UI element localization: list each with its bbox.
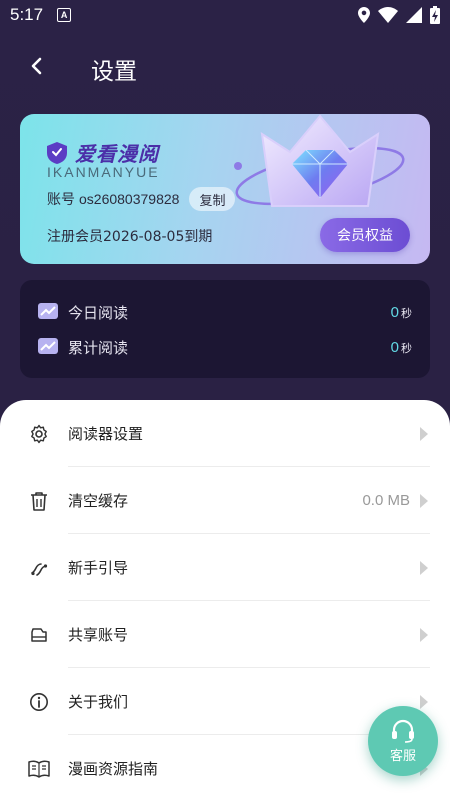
menu-label: 清空缓存 bbox=[68, 492, 129, 510]
menu-beginner-guide[interactable]: 新手引导 bbox=[0, 534, 450, 601]
stat-total-value-group: 0 秒 bbox=[391, 339, 412, 356]
wifi-icon bbox=[378, 7, 398, 23]
header: 设置 bbox=[0, 40, 450, 94]
cache-size: 0.0 MB bbox=[362, 492, 410, 509]
stat-total-label: 累计阅读 bbox=[68, 338, 129, 357]
chevron-right-icon bbox=[420, 426, 428, 441]
crown-diamond-icon bbox=[234, 114, 405, 207]
chevron-left-icon bbox=[31, 57, 42, 75]
trash-icon bbox=[28, 490, 50, 512]
notification-icon: A bbox=[57, 8, 72, 22]
chevron-right-icon bbox=[420, 560, 428, 575]
share-account-icon bbox=[28, 624, 50, 646]
chevron-right-icon bbox=[420, 627, 428, 642]
stat-unit: 秒 bbox=[401, 306, 412, 320]
menu-label: 共享账号 bbox=[68, 626, 129, 644]
member-card: 爱看漫阅 IKANMANYUE 账号 os26080379828 复制 注册会员… bbox=[20, 114, 430, 264]
stat-total: 累计阅读 0 秒 bbox=[38, 335, 412, 359]
menu-label: 漫画资源指南 bbox=[68, 760, 159, 778]
status-bar: 5:17 A bbox=[0, 0, 450, 30]
menu-label: 新手引导 bbox=[68, 559, 129, 577]
chevron-right-icon bbox=[420, 694, 428, 709]
account-label: 账号 bbox=[47, 192, 75, 208]
headset-icon bbox=[392, 719, 414, 743]
page-title: 设置 bbox=[91, 59, 137, 85]
chevron-right-icon bbox=[420, 493, 428, 508]
stat-today-value: 0 bbox=[390, 303, 399, 321]
chart-icon bbox=[38, 338, 58, 354]
stat-unit: 秒 bbox=[401, 341, 412, 355]
menu-clear-cache[interactable]: 清空缓存 0.0 MB bbox=[0, 467, 450, 534]
signal-icon bbox=[406, 7, 422, 23]
book-icon bbox=[28, 758, 50, 780]
gear-icon bbox=[28, 423, 50, 445]
account-value: os26080379828 bbox=[79, 191, 180, 207]
reading-stats-panel: 今日阅读 0 秒 累计阅读 0 秒 bbox=[20, 280, 430, 378]
guide-icon bbox=[28, 557, 50, 579]
stat-today-value-group: 0 秒 bbox=[391, 304, 412, 321]
brand-row: 爱看漫阅 bbox=[47, 138, 159, 167]
membership-expiry: 注册会员2026-08-05到期 bbox=[47, 229, 213, 245]
back-button[interactable] bbox=[20, 50, 52, 82]
menu-reader-settings[interactable]: 阅读器设置 bbox=[0, 400, 450, 467]
location-icon bbox=[358, 7, 370, 23]
status-time: 5:17 bbox=[10, 5, 44, 24]
menu-share-account[interactable]: 共享账号 bbox=[0, 601, 450, 668]
info-icon bbox=[28, 691, 50, 713]
brand-subtitle: IKANMANYUE bbox=[47, 164, 160, 180]
menu-label: 阅读器设置 bbox=[68, 425, 144, 443]
battery-icon bbox=[430, 6, 440, 24]
account-row: 账号 os26080379828 复制 bbox=[47, 187, 236, 211]
brand-name: 爱看漫阅 bbox=[75, 142, 159, 166]
stat-total-value: 0 bbox=[390, 338, 399, 356]
service-label: 客服 bbox=[389, 748, 416, 764]
shield-logo-icon bbox=[47, 141, 67, 164]
stat-today: 今日阅读 0 秒 bbox=[38, 300, 412, 324]
stat-today-label: 今日阅读 bbox=[68, 303, 129, 322]
menu-label: 关于我们 bbox=[68, 693, 129, 711]
customer-service-button[interactable]: 客服 bbox=[368, 706, 438, 776]
status-icons bbox=[358, 6, 440, 24]
chart-icon bbox=[38, 303, 58, 319]
vip-benefits-button[interactable]: 会员权益 bbox=[320, 218, 410, 252]
copy-button[interactable]: 复制 bbox=[189, 187, 236, 211]
